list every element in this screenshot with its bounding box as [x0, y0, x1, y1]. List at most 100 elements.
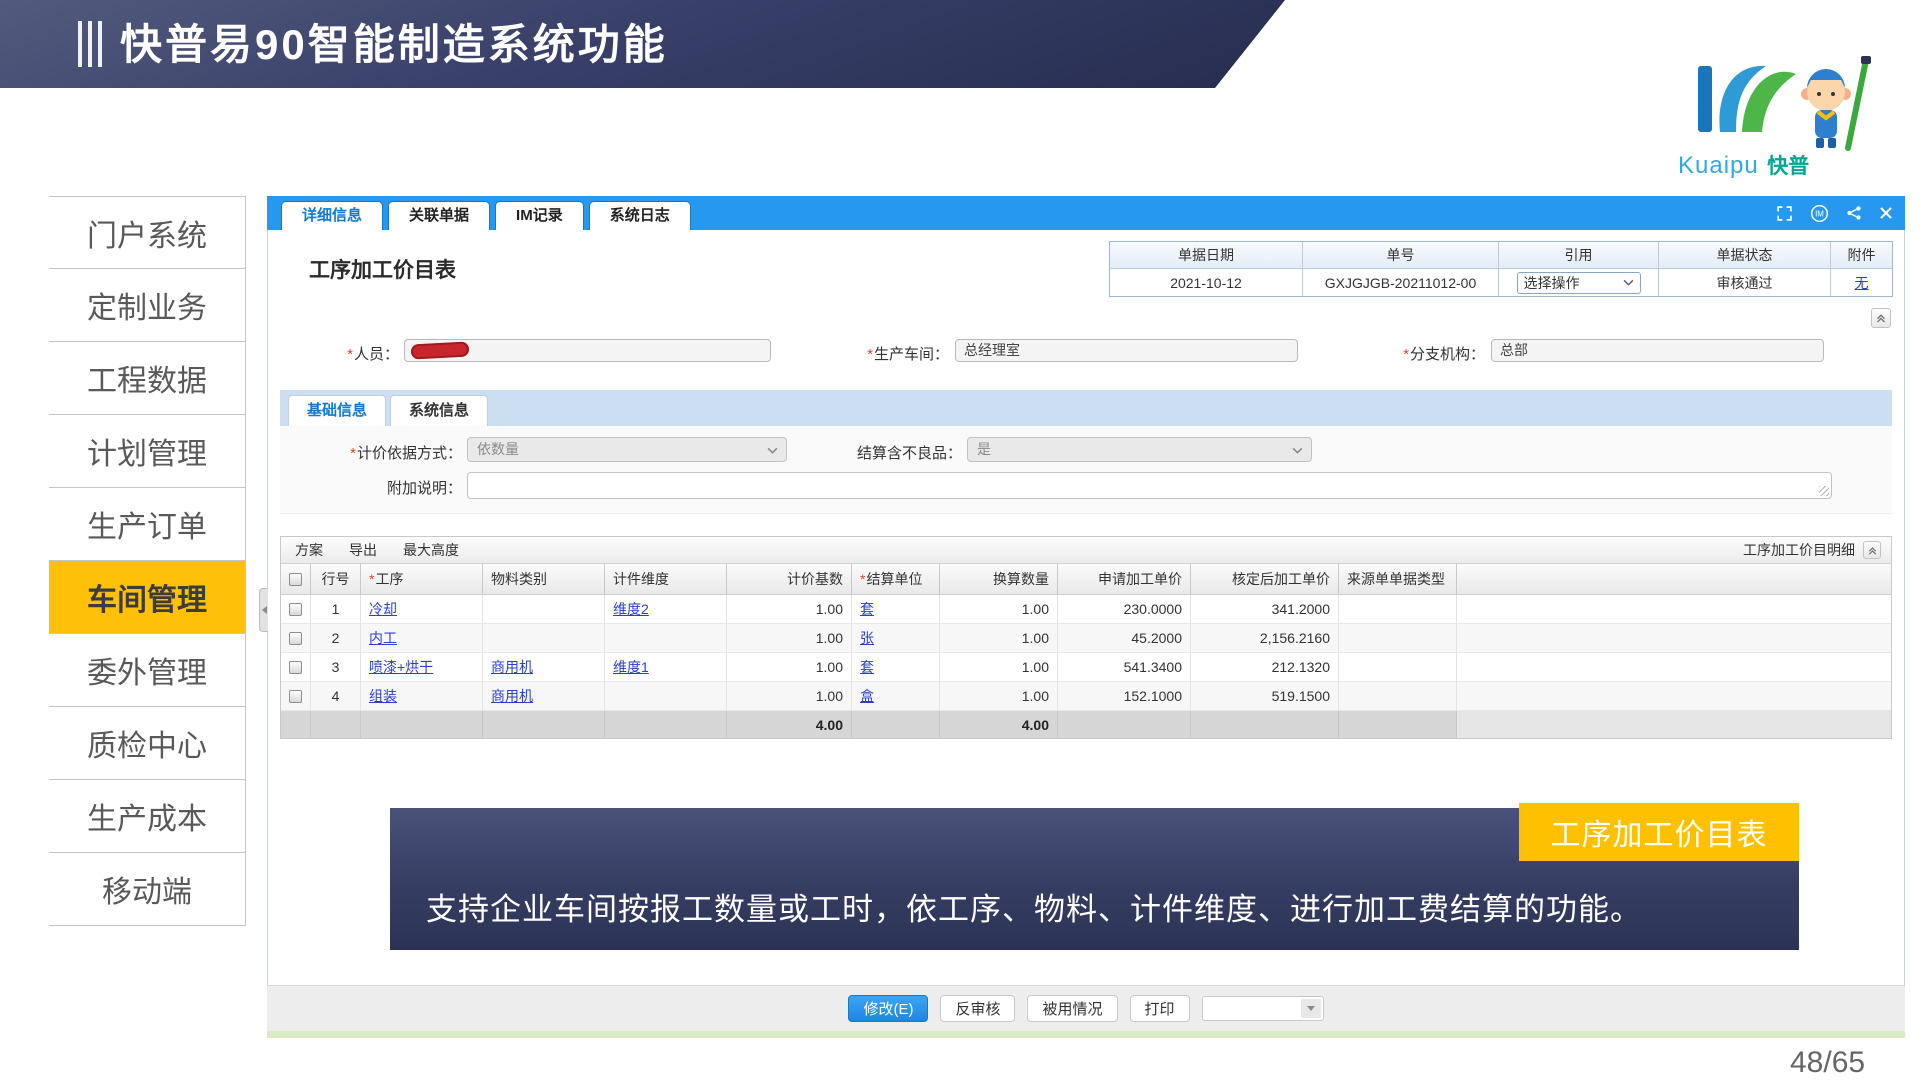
collapse-detail-button[interactable] [1863, 541, 1881, 559]
resize-grip[interactable] [1819, 486, 1829, 496]
sidebar-item[interactable]: 车间管理 [49, 561, 246, 634]
unit-link[interactable]: 张 [860, 628, 874, 648]
grid-toolbar: 方案导出最大高度 工序加工价目明细 [281, 537, 1891, 564]
doc-info-value: 无 [1830, 269, 1892, 296]
collapse-header-button[interactable] [1871, 308, 1891, 328]
cell-base: 1.00 [727, 624, 852, 652]
share-icon[interactable] [1846, 205, 1862, 221]
unit-link[interactable]: 套 [860, 657, 874, 677]
sidebar-item[interactable]: 门户系统 [49, 196, 246, 269]
header-checkbox-cell [281, 564, 311, 594]
dimension-link[interactable]: 维度1 [613, 657, 649, 677]
cell-no: 2 [311, 624, 361, 652]
person-input[interactable] [404, 339, 771, 362]
sidebar-item[interactable]: 工程数据 [49, 342, 246, 415]
close-icon[interactable] [1879, 206, 1893, 220]
sidebar-item[interactable]: 移动端 [49, 853, 246, 926]
row-checkbox[interactable] [289, 603, 302, 616]
row-filler [1457, 624, 1891, 652]
total-checkbox-cell [281, 711, 311, 738]
chevron-left-icon [262, 606, 267, 614]
toolbar-item[interactable]: 最大高度 [403, 540, 459, 560]
kuaipu-logo-text: Kuaipu 快普 [1678, 150, 1809, 180]
footer-button[interactable]: 打印 [1130, 995, 1190, 1022]
footer-button[interactable]: 修改(E) [848, 995, 928, 1022]
window-tab[interactable]: 详细信息 [281, 201, 383, 230]
kuaipu-logo: Kuaipu 快普 [1670, 56, 1886, 186]
subtab[interactable]: 系统信息 [390, 395, 488, 426]
sidebar-item[interactable]: 计划管理 [49, 415, 246, 488]
svg-text:IM: IM [1815, 209, 1824, 218]
window-tab[interactable]: 关联单据 [388, 201, 490, 230]
unit-link[interactable]: 套 [860, 599, 874, 619]
total-base: 4.00 [727, 711, 852, 738]
triple-bars-icon [78, 21, 102, 67]
footer-button[interactable]: 反审核 [940, 995, 1015, 1022]
cell-dimension [605, 682, 727, 710]
footer-green-strip [267, 1031, 1905, 1038]
footer-buttons: 修改(E) 反审核被用情况打印 [848, 995, 1189, 1022]
process-link[interactable]: 冷却 [369, 599, 397, 619]
sidebar-item[interactable]: 质检中心 [49, 707, 246, 780]
double-chevron-up-icon [1875, 312, 1887, 324]
toolbar-item[interactable]: 方案 [295, 540, 323, 560]
toolbar-item[interactable]: 导出 [349, 540, 377, 560]
column-header-label: 来源单单据类型 [1347, 569, 1445, 589]
process-link[interactable]: 内工 [369, 628, 397, 648]
process-link[interactable]: 喷漆+烘干 [369, 657, 433, 677]
cell-process: 喷漆+烘干 [361, 653, 483, 681]
material-link[interactable]: 商用机 [491, 686, 533, 706]
branch-input[interactable]: 总部 [1491, 339, 1824, 362]
column-header: 物料类别 [483, 564, 605, 594]
column-header: 计价基数 [727, 564, 852, 594]
footer-button[interactable]: 被用情况 [1027, 995, 1117, 1022]
grid-header-filler [1457, 564, 1891, 594]
doc-info-table: 单据日期单号引用单据状态附件2021-10-12GXJGJGB-20211012… [1109, 241, 1893, 297]
table-row: 3喷漆+烘干商用机维度11.00套1.00541.3400212.1320 [281, 653, 1891, 682]
cell-unit: 张 [852, 624, 940, 652]
branch-label: *分支机构： [1349, 343, 1485, 364]
material-link[interactable]: 商用机 [491, 657, 533, 677]
row-filler [1457, 653, 1891, 681]
attachment-link[interactable]: 无 [1855, 273, 1869, 293]
row-checkbox[interactable] [289, 690, 302, 703]
column-header-label: 换算数量 [993, 569, 1049, 589]
row-checkbox[interactable] [289, 632, 302, 645]
feature-badge: 工序加工价目表 [1519, 803, 1799, 861]
process-link[interactable]: 组装 [369, 686, 397, 706]
double-chevron-up-icon [1867, 545, 1878, 556]
page-number: 48/65 [1790, 1046, 1865, 1080]
dimension-link[interactable]: 维度2 [613, 599, 649, 619]
panel-collapse-tab[interactable] [259, 588, 268, 632]
cell-approved: 341.2000 [1191, 595, 1339, 623]
sidebar-item[interactable]: 定制业务 [49, 269, 246, 342]
row-checkbox[interactable] [289, 661, 302, 674]
workshop-label: *生产车间： [815, 343, 949, 364]
im-icon[interactable]: IM [1810, 204, 1829, 223]
cell-process: 冷却 [361, 595, 483, 623]
cell-applied: 45.2000 [1058, 624, 1191, 652]
window-tab[interactable]: IM记录 [495, 201, 584, 230]
include-defective-select[interactable]: 是 [967, 437, 1312, 462]
column-header: *结算单位 [852, 564, 940, 594]
workshop-input[interactable]: 总经理室 [955, 339, 1298, 362]
subtab[interactable]: 基础信息 [288, 395, 386, 426]
unit-link[interactable]: 盒 [860, 686, 874, 706]
row-checkbox-cell [281, 624, 311, 652]
total-material [483, 711, 605, 738]
cell-qty: 1.00 [940, 653, 1058, 681]
sidebar-item[interactable]: 委外管理 [49, 634, 246, 707]
sidebar-item[interactable]: 生产成本 [49, 780, 246, 853]
totals-row: 4.004.00 [281, 711, 1891, 738]
note-input[interactable] [467, 472, 1832, 499]
footer-dropdown[interactable] [1202, 996, 1324, 1021]
window-controls: IM [1776, 196, 1893, 230]
pricing-basis-select[interactable]: 依数量 [467, 437, 787, 462]
subtab-strip: 基础信息系统信息 [280, 390, 1892, 426]
sidebar-item[interactable]: 生产订单 [49, 488, 246, 561]
window-tab[interactable]: 系统日志 [589, 201, 691, 230]
redaction-mark [411, 341, 470, 359]
select-all-checkbox[interactable] [289, 573, 302, 586]
fullscreen-icon[interactable] [1776, 205, 1793, 222]
reference-select[interactable]: 选择操作 [1517, 272, 1641, 294]
